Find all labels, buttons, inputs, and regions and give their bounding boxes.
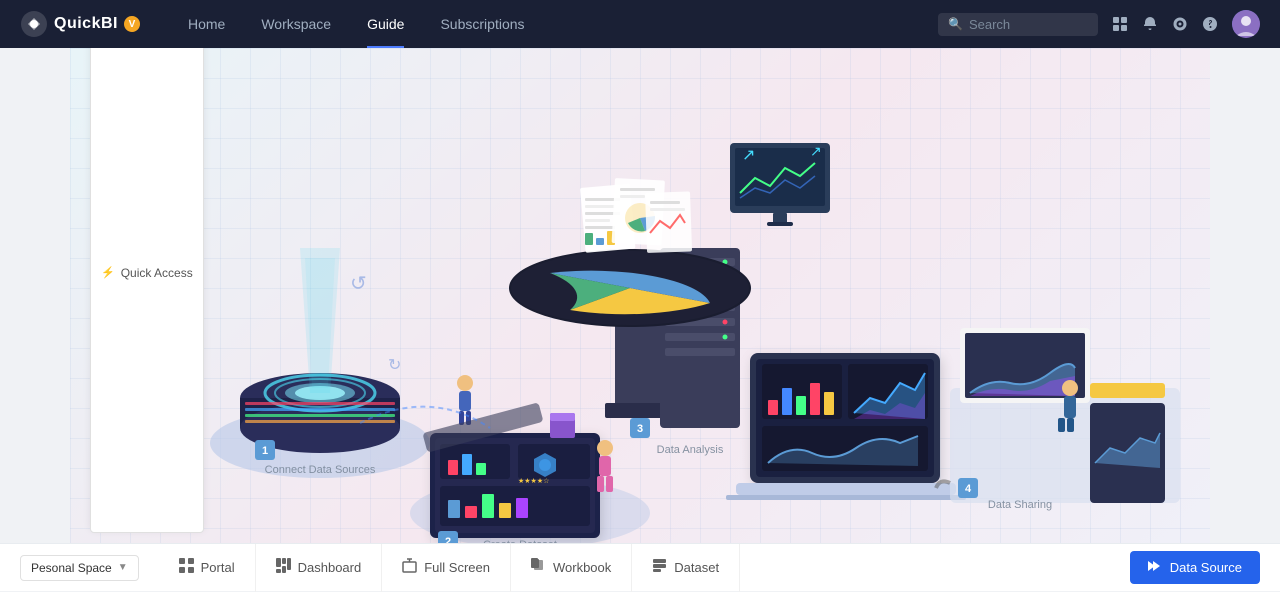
- portal-label: Portal: [201, 560, 235, 575]
- nav-fullscreen[interactable]: Full Screen: [382, 544, 511, 592]
- fullscreen-icon: [402, 558, 417, 577]
- nav-workspace[interactable]: Workspace: [243, 0, 349, 48]
- svg-text:Connect Data Sources: Connect Data Sources: [265, 464, 376, 476]
- dashboard-icon: [276, 558, 291, 577]
- help-icon[interactable]: [1202, 16, 1218, 32]
- data-source-button[interactable]: Data Source: [1130, 551, 1260, 584]
- portal-icon: [179, 558, 194, 577]
- nav-guide[interactable]: Guide: [349, 0, 422, 48]
- illustration-scene: 1 Connect Data Sources: [70, 48, 1210, 543]
- search-icon: 🔍: [948, 17, 963, 31]
- svg-text:★★★★☆: ★★★★☆: [518, 477, 549, 485]
- nav-portal[interactable]: Portal: [159, 544, 256, 592]
- data-source-icon: [1148, 559, 1162, 576]
- bottom-nav-items: Portal Dashboard Full Screen Workbook Da…: [159, 544, 1130, 592]
- svg-text:↗: ↗: [810, 143, 822, 159]
- nav-workbook[interactable]: Workbook: [511, 544, 632, 592]
- space-dropdown[interactable]: Pesonal Space ▼: [20, 555, 139, 581]
- search-input[interactable]: [969, 17, 1088, 32]
- dataset-label: Dataset: [674, 560, 719, 575]
- nav-subscriptions[interactable]: Subscriptions: [422, 0, 542, 48]
- data-source-label: Data Source: [1170, 560, 1242, 575]
- svg-text:Data Analysis: Data Analysis: [657, 444, 724, 456]
- svg-text:3: 3: [637, 423, 643, 435]
- main-illustration: 1 Connect Data Sources: [70, 48, 1210, 543]
- dataset-icon: [652, 558, 667, 577]
- workbook-label: Workbook: [553, 560, 611, 575]
- lightning-icon: ⚡: [101, 266, 115, 279]
- svg-text:2: 2: [445, 536, 451, 543]
- dashboard-label: Dashboard: [298, 560, 362, 575]
- svg-text:↗: ↗: [742, 147, 755, 164]
- bottom-bar: Pesonal Space ▼ Portal Dashboard Full Sc…: [0, 543, 1280, 591]
- navbar: QuickBI V Home Workspace Guide Subscript…: [0, 0, 1280, 48]
- svg-text:4: 4: [965, 483, 972, 495]
- quickbi-logo-icon: [20, 10, 48, 38]
- svg-text:↺: ↺: [350, 273, 367, 295]
- nav-dashboard[interactable]: Dashboard: [256, 544, 383, 592]
- dropdown-arrow-icon: ▼: [118, 562, 128, 573]
- logo-text: QuickBI: [54, 15, 118, 33]
- main-content: 1 Connect Data Sources: [70, 48, 1210, 543]
- logo-area[interactable]: QuickBI V: [20, 10, 140, 38]
- nav-right: 🔍: [938, 10, 1260, 38]
- svg-text:1: 1: [262, 445, 268, 457]
- grid-icon[interactable]: [1112, 16, 1128, 32]
- avatar[interactable]: [1232, 10, 1260, 38]
- svg-text:Data Sharing: Data Sharing: [988, 499, 1052, 511]
- bell-icon[interactable]: [1142, 16, 1158, 32]
- svg-text:↻: ↻: [388, 357, 401, 374]
- space-dropdown-label: Pesonal Space: [31, 561, 112, 575]
- quick-access-label: Quick Access: [121, 266, 193, 280]
- version-badge: V: [124, 16, 140, 32]
- workbook-icon: [531, 558, 546, 577]
- search-box[interactable]: 🔍: [938, 13, 1098, 36]
- nav-dataset[interactable]: Dataset: [632, 544, 740, 592]
- nav-home[interactable]: Home: [170, 0, 243, 48]
- fullscreen-label: Full Screen: [424, 560, 490, 575]
- settings-icon[interactable]: [1172, 16, 1188, 32]
- quick-access-button[interactable]: ⚡ Quick Access: [90, 48, 204, 533]
- nav-links: Home Workspace Guide Subscriptions: [170, 0, 938, 48]
